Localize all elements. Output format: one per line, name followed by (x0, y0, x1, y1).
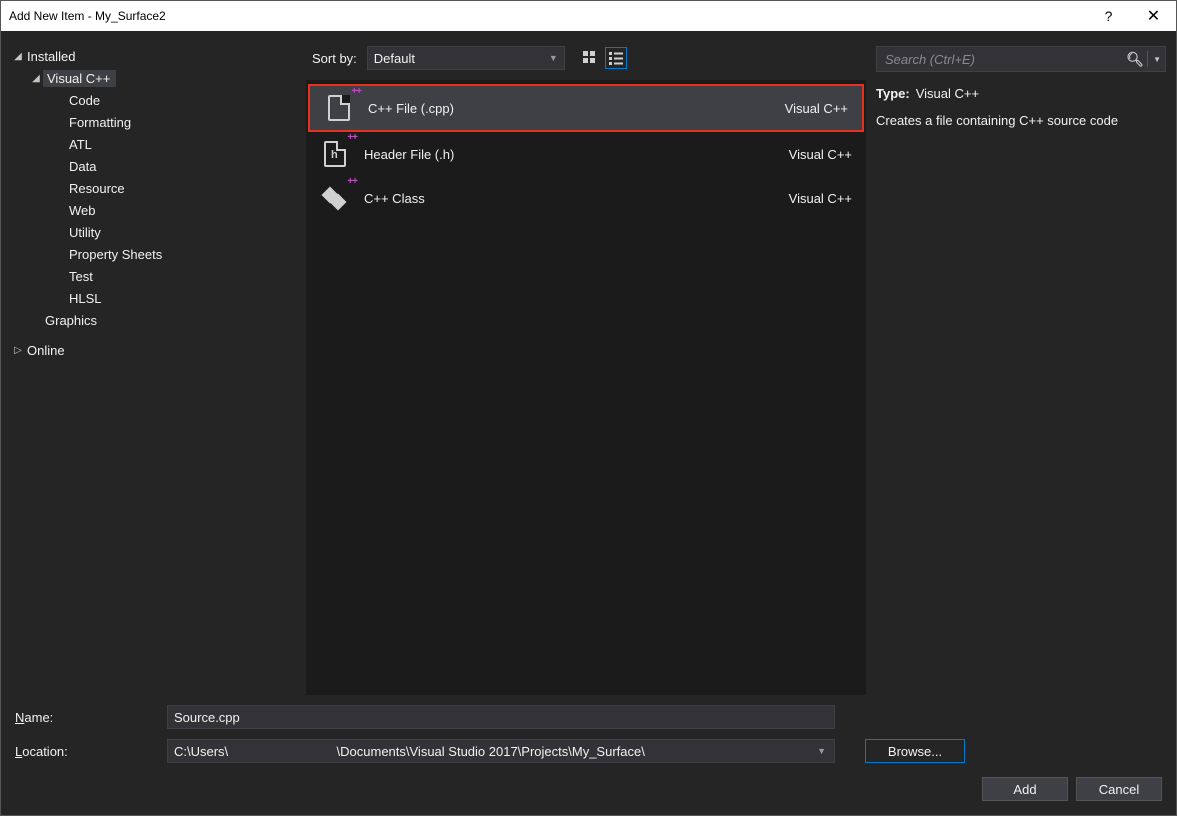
template-name: Header File (.h) (364, 147, 775, 162)
template-lang: Visual C++ (789, 147, 852, 162)
chevron-down-icon: ◢ (11, 51, 25, 62)
chevron-down-icon: ▼ (813, 746, 830, 756)
category-tree: ◢ Installed ◢ Visual C++ Code Formatting… (1, 31, 306, 695)
chevron-down-icon: ▼ (1153, 55, 1161, 64)
cpp-class-icon: ++ (320, 183, 350, 213)
list-icon (608, 50, 624, 66)
dialog-window: Add New Item - My_Surface2 ? ✕ ◢ Install… (0, 0, 1177, 816)
location-row: Location: ▼ Browse... (15, 739, 1162, 763)
grid-icon (582, 50, 598, 66)
sort-toolbar: Sort by: Default ▼ (306, 46, 866, 80)
location-input[interactable] (174, 744, 813, 759)
tree-online[interactable]: ▷ Online (9, 339, 298, 361)
template-lang: Visual C++ (785, 101, 848, 116)
view-medium-icons-button[interactable] (579, 47, 601, 69)
tree-label: Installed (25, 49, 75, 64)
template-name: C++ Class (364, 191, 775, 206)
name-input[interactable] (167, 705, 835, 729)
browse-button[interactable]: Browse... (865, 739, 965, 763)
client-area: ◢ Installed ◢ Visual C++ Code Formatting… (1, 31, 1176, 815)
template-description: Creates a file containing C++ source cod… (876, 113, 1166, 128)
search-box[interactable]: 🔍︎ ▼ (876, 46, 1166, 72)
sort-by-label: Sort by: (312, 51, 357, 66)
search-icon: 🔍︎ (1126, 51, 1144, 68)
tree-graphics[interactable]: Graphics (9, 309, 298, 331)
tree-test[interactable]: Test (9, 265, 298, 287)
cpp-file-icon: ++ (324, 93, 354, 123)
tree-resource[interactable]: Resource (9, 177, 298, 199)
chevron-down-icon: ◢ (29, 73, 43, 84)
title-bar: Add New Item - My_Surface2 ? ✕ (1, 1, 1176, 31)
tree-label: Visual C++ (43, 70, 116, 87)
chevron-down-icon: ▼ (549, 53, 558, 63)
tree-hlsl[interactable]: HLSL (9, 287, 298, 309)
type-value: Visual C++ (916, 86, 979, 101)
template-list: ++ C++ File (.cpp) Visual C++ h ++ Heade… (306, 80, 866, 695)
template-pane: Sort by: Default ▼ (306, 31, 866, 695)
template-details: Type: Visual C++ Creates a file containi… (876, 86, 1166, 128)
template-lang: Visual C++ (789, 191, 852, 206)
search-input[interactable] (885, 52, 1126, 67)
tree-installed[interactable]: ◢ Installed (9, 45, 298, 67)
tree-atl[interactable]: ATL (9, 133, 298, 155)
window-title: Add New Item - My_Surface2 (9, 9, 166, 23)
location-label: Location: (15, 744, 155, 759)
tree-data[interactable]: Data (9, 155, 298, 177)
tree-formatting[interactable]: Formatting (9, 111, 298, 133)
tree-web[interactable]: Web (9, 199, 298, 221)
bottom-form: Name: Location: ▼ Browse... Add Cancel (1, 695, 1176, 815)
view-list-button[interactable] (605, 47, 627, 69)
name-row: Name: (15, 705, 1162, 729)
name-label: Name: (15, 710, 155, 725)
divider (1147, 51, 1148, 67)
tree-property-sheets[interactable]: Property Sheets (9, 243, 298, 265)
template-cpp-class[interactable]: ++ C++ Class Visual C++ (306, 176, 866, 220)
sort-value: Default (374, 51, 415, 66)
tree-visual-cpp[interactable]: ◢ Visual C++ (9, 67, 298, 89)
chevron-right-icon: ▷ (11, 345, 25, 356)
help-button[interactable]: ? (1086, 1, 1131, 31)
details-pane: 🔍︎ ▼ Type: Visual C++ Creates a file con… (866, 31, 1176, 695)
type-label: Type: (876, 86, 910, 101)
tree-code[interactable]: Code (9, 89, 298, 111)
add-button[interactable]: Add (982, 777, 1068, 801)
template-name: C++ File (.cpp) (368, 101, 771, 116)
search-button[interactable]: 🔍︎ ▼ (1126, 51, 1161, 68)
cancel-button[interactable]: Cancel (1076, 777, 1162, 801)
action-row: Add Cancel (15, 777, 1162, 801)
tree-utility[interactable]: Utility (9, 221, 298, 243)
main-row: ◢ Installed ◢ Visual C++ Code Formatting… (1, 31, 1176, 695)
template-header-file[interactable]: h ++ Header File (.h) Visual C++ (306, 132, 866, 176)
header-file-icon: h ++ (320, 139, 350, 169)
template-cpp-file[interactable]: ++ C++ File (.cpp) Visual C++ (310, 86, 862, 130)
location-combo[interactable]: ▼ (167, 739, 835, 763)
sort-dropdown[interactable]: Default ▼ (367, 46, 565, 70)
close-button[interactable]: ✕ (1131, 1, 1176, 31)
